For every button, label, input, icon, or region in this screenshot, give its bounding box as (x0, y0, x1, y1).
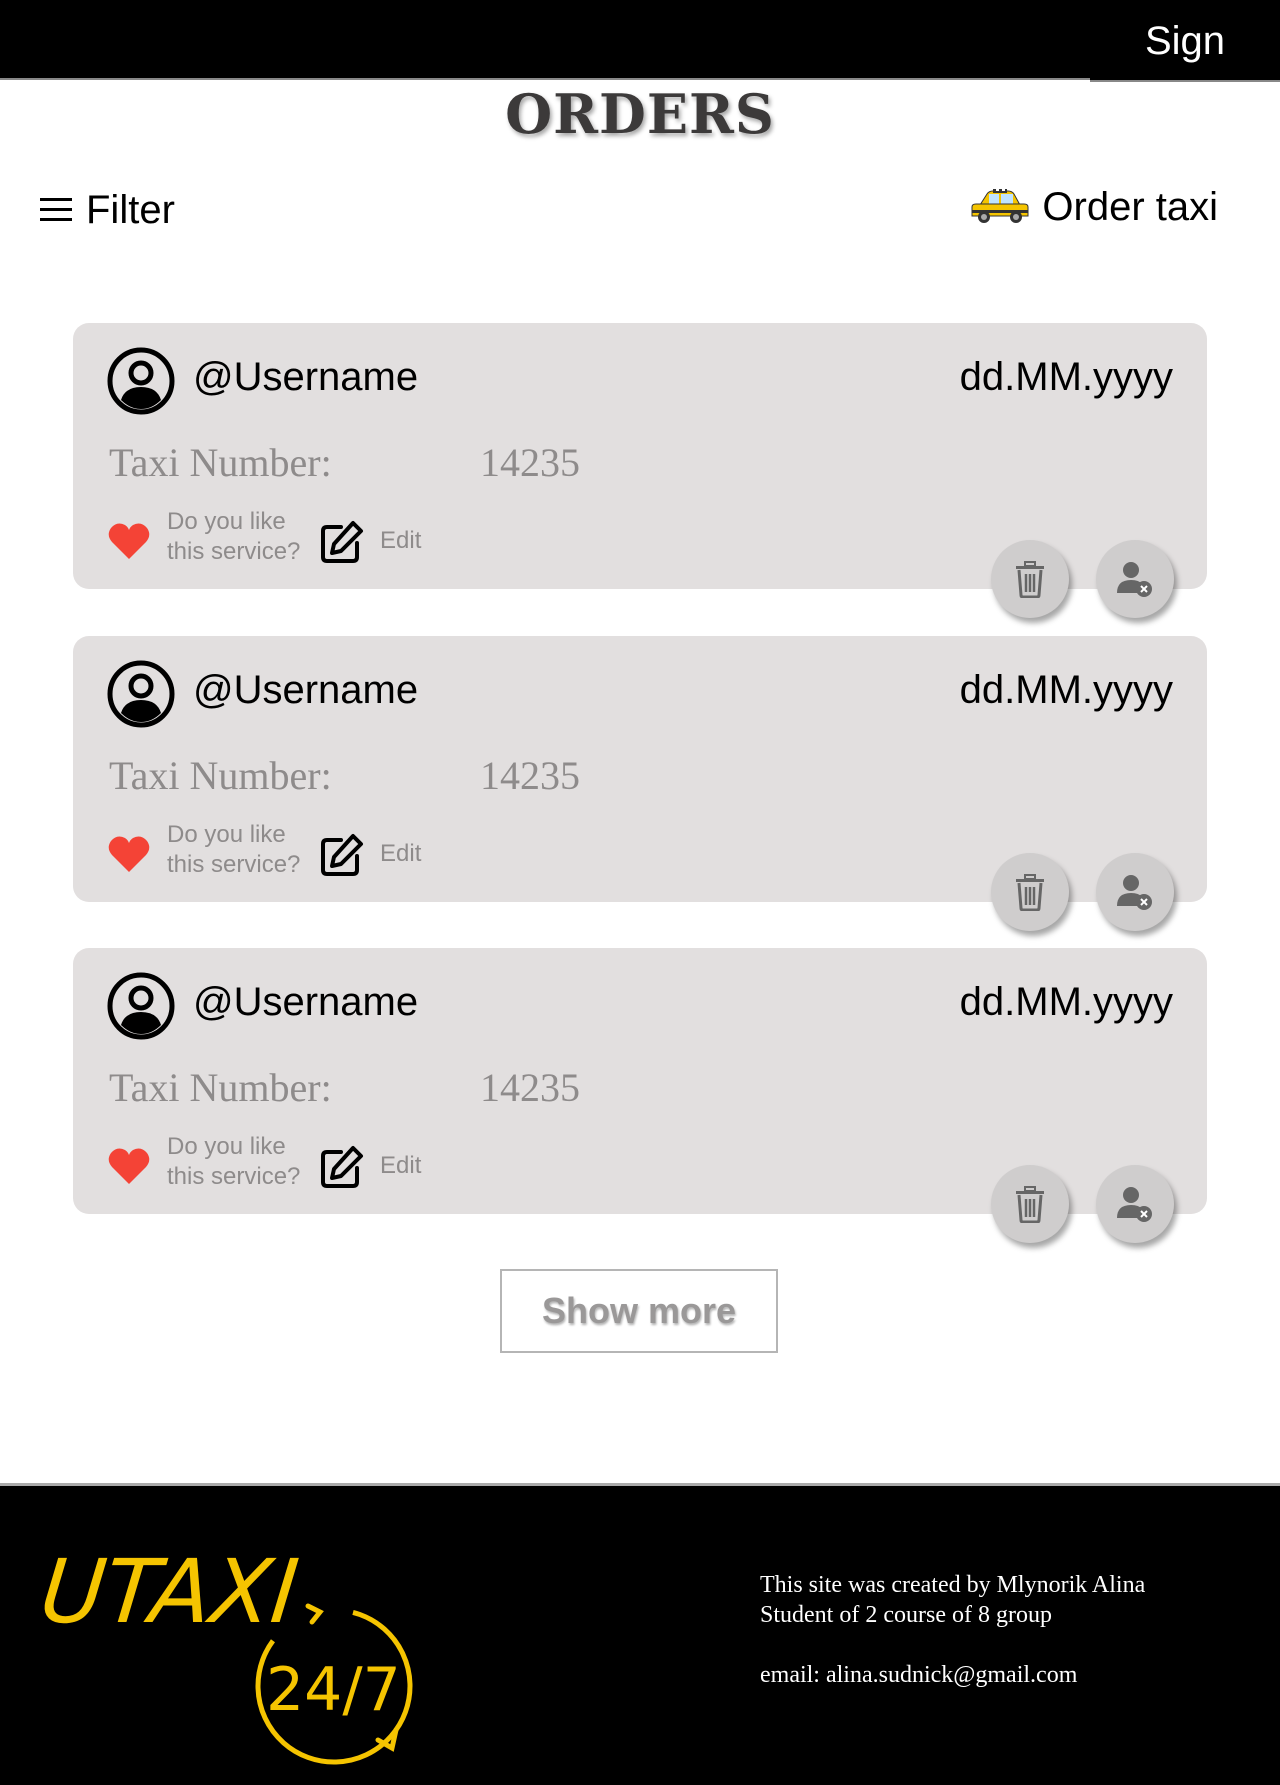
trash-icon (1016, 561, 1044, 598)
taxi-number-label: Taxi Number: (109, 440, 332, 485)
user-avatar-icon (107, 660, 175, 728)
order-card: @Username dd.MM.yyyy Taxi Number: 14235 … (73, 948, 1207, 1243)
delete-order-button[interactable] (991, 540, 1069, 618)
like-prompt: Do you like this service? (167, 507, 317, 567)
footer-line-2: Student of 2 course of 8 group (760, 1602, 1052, 1628)
like-prompt-line1: Do you like (167, 821, 286, 848)
filter-button[interactable]: Filter (40, 185, 175, 235)
remove-user-icon (1117, 562, 1152, 597)
username: @Username (193, 668, 419, 712)
footer: UTAXI 24/7 This site was created by Mlyn… (0, 1483, 1280, 1785)
order-taxi-label: Order taxi (1042, 184, 1218, 229)
taxi-number-value: 14235 (480, 753, 580, 798)
show-more-button[interactable]: Show more (500, 1269, 778, 1353)
remove-user-icon (1117, 875, 1152, 910)
order-card: @Username dd.MM.yyyy Taxi Number: 14235 … (73, 323, 1207, 618)
order-date: dd.MM.yyyy (959, 355, 1173, 399)
taxi-number-label: Taxi Number: (109, 1065, 332, 1110)
heart-icon[interactable] (107, 1146, 151, 1186)
heart-icon[interactable] (107, 834, 151, 874)
username: @Username (193, 980, 419, 1024)
page-title: ORDERS (505, 82, 775, 146)
username: @Username (193, 355, 419, 399)
order-date: dd.MM.yyyy (959, 980, 1173, 1024)
top-bar (0, 0, 1280, 80)
edit-icon[interactable] (319, 519, 365, 565)
edit-label[interactable]: Edit (380, 527, 421, 555)
logo-text: UTAXI (44, 1540, 303, 1643)
like-prompt-line1: Do you like (167, 508, 286, 535)
footer-credits: This site was created by Mlynorik Alina … (760, 1570, 1145, 1690)
remove-user-button[interactable] (1096, 853, 1174, 931)
like-prompt-line1: Do you like (167, 1133, 286, 1160)
taxi-icon (971, 189, 1029, 223)
remove-user-icon (1117, 1187, 1152, 1222)
edit-icon[interactable] (319, 1144, 365, 1190)
like-prompt-line2: this service? (167, 538, 301, 565)
trash-icon (1016, 874, 1044, 911)
user-avatar-icon (107, 347, 175, 415)
like-prompt: Do you like this service? (167, 1132, 317, 1192)
like-prompt: Do you like this service? (167, 820, 317, 880)
logo-subtext: 24/7 (266, 1655, 401, 1725)
edit-label[interactable]: Edit (380, 840, 421, 868)
order-date: dd.MM.yyyy (959, 668, 1173, 712)
edit-icon[interactable] (319, 832, 365, 878)
footer-line-1: This site was created by Mlynorik Alina (760, 1572, 1146, 1598)
order-taxi-button[interactable]: Order taxi (970, 182, 1218, 232)
heart-icon[interactable] (107, 521, 151, 561)
edit-label[interactable]: Edit (380, 1152, 421, 1180)
taxi-number-value: 14235 (480, 440, 580, 485)
taxi-number-value: 14235 (480, 1065, 580, 1110)
delete-order-button[interactable] (991, 853, 1069, 931)
utaxi-logo: UTAXI 24/7 (44, 1540, 413, 1765)
order-card: @Username dd.MM.yyyy Taxi Number: 14235 … (73, 636, 1207, 931)
taxi-number-label: Taxi Number: (109, 753, 332, 798)
like-prompt-line2: this service? (167, 1163, 301, 1190)
delete-order-button[interactable] (991, 1165, 1069, 1243)
remove-user-button[interactable] (1096, 1165, 1174, 1243)
sign-button[interactable]: Sign (1090, 0, 1280, 82)
footer-email[interactable]: email: alina.sudnick@gmail.com (760, 1660, 1145, 1690)
filter-label: Filter (86, 187, 175, 232)
user-avatar-icon (107, 972, 175, 1040)
like-prompt-line2: this service? (167, 851, 301, 878)
trash-icon (1016, 1186, 1044, 1223)
menu-icon (40, 198, 72, 221)
remove-user-button[interactable] (1096, 540, 1174, 618)
